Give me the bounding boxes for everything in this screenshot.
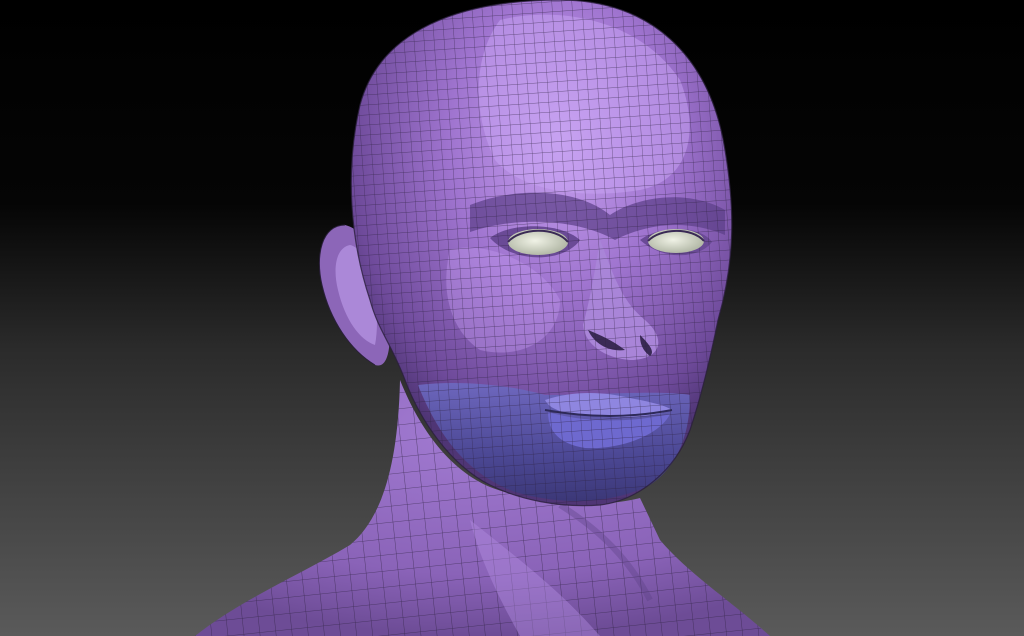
left-eye bbox=[508, 229, 568, 255]
right-eye bbox=[648, 229, 704, 253]
3d-viewport[interactable] bbox=[0, 0, 1024, 636]
viewport-canvas[interactable] bbox=[0, 0, 1024, 636]
